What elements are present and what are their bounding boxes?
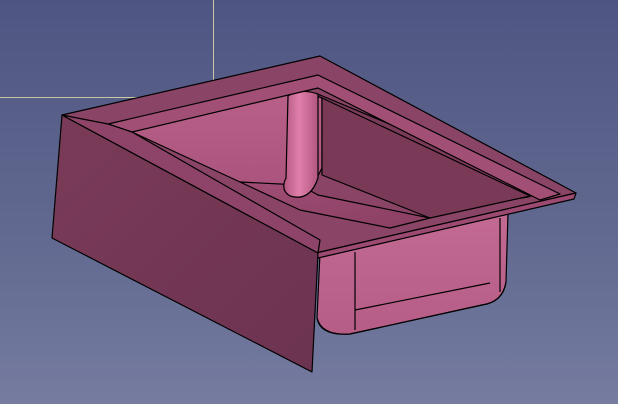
sink-3d-model[interactable] xyxy=(0,0,618,404)
3d-viewport[interactable] xyxy=(0,0,618,404)
basin-rounded-corner xyxy=(283,90,319,198)
